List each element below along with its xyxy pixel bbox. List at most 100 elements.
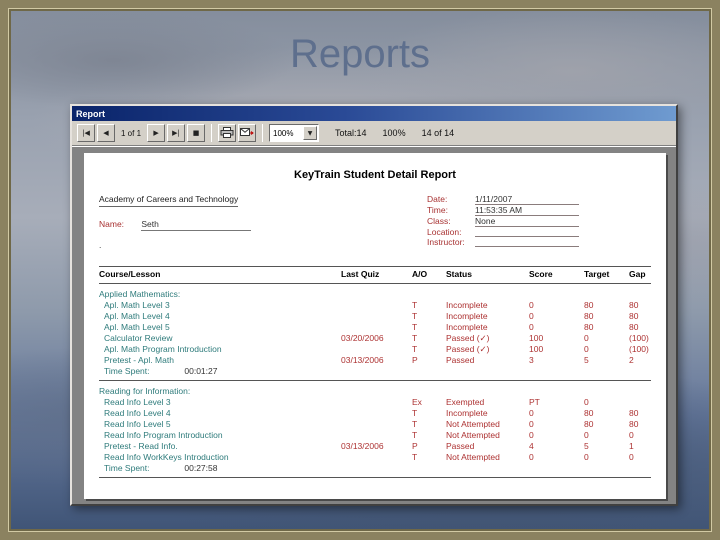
meta-row-date: Date: 1/11/2007 [427,194,579,205]
table-row: Read Info Level 3 Ex Exempted PT 0 [99,397,651,408]
cell-gap: 80 [629,408,639,418]
cell-gap: 0 [629,452,634,462]
cell-target: 80 [584,311,594,321]
first-page-button[interactable]: |◀ [77,124,95,142]
report-viewer[interactable]: KeyTrain Student Detail Report Academy o… [72,146,676,504]
report-header: Academy of Careers and Technology Name: … [99,194,651,251]
cell-status: Not Attempted [446,452,500,462]
chevron-down-icon: ▼ [303,126,318,140]
student-name-row: Name: Seth [99,219,252,231]
class-label: Class: [427,216,451,226]
instructor-label: Instructor: [427,237,465,247]
column-header-course-lesson: Course/Lesson [99,269,161,279]
meta-row-class: Class: None [427,216,579,227]
cell-score: 4 [529,441,534,451]
date-label: Date: [427,194,448,204]
cell-course-lesson: Read Info Level 3 [104,397,171,407]
report-section-reading: Reading for Information: Read Info Level… [99,386,651,478]
cell-status: Not Attempted [446,419,500,429]
cell-ao: P [412,355,418,365]
table-row: Apl. Math Level 5 T Incomplete 0 80 80 [99,322,651,333]
cell-ao: P [412,441,418,451]
cell-last-quiz [341,430,412,441]
cell-score: 0 [529,300,534,310]
cell-gap: 80 [629,311,639,321]
cell-target: 0 [584,344,589,354]
cell-target: 0 [584,452,589,462]
cell-last-quiz [341,311,412,322]
window-title: Report [76,108,105,119]
zoom-percent-label: 100% [382,128,406,138]
cell-target: 5 [584,441,589,451]
cell-last-quiz [341,408,412,419]
table-row: Apl. Math Level 3 T Incomplete 0 80 80 [99,300,651,311]
section-heading: Reading for Information: [99,386,191,396]
zoom-select[interactable]: 100% ▼ [269,124,320,142]
column-header-score: Score [529,269,553,279]
cell-score: 0 [529,311,534,321]
cell-course-lesson: Apl. Math Level 3 [104,300,170,310]
cell-course-lesson: Read Info Level 5 [104,419,171,429]
column-header-ao: A/O [412,269,428,279]
name-line2: . [99,240,102,250]
organization-name: Academy of Careers and Technology [99,194,239,207]
table-row: Pretest - Read Info. 03/13/2006 P Passed… [99,441,651,452]
cell-course-lesson: Apl. Math Program Introduction [104,344,222,354]
table-row: Apl. Math Program Introduction T Passed … [99,344,651,355]
cell-target: 0 [584,430,589,440]
cell-gap: 1 [629,441,634,451]
cell-score: 0 [529,322,534,332]
cell-score: 0 [529,452,534,462]
cell-ao: T [412,344,418,354]
cell-course-lesson: Pretest - Read Info. [104,441,178,451]
cell-last-quiz: 03/20/2006 [341,333,384,343]
export-button[interactable] [238,124,257,142]
prev-page-button[interactable]: ◀ [97,124,115,142]
report-page: KeyTrain Student Detail Report Academy o… [84,153,666,499]
cell-course-lesson: Apl. Math Level 5 [104,322,170,332]
cell-ao: T [412,300,418,310]
report-section-applied-math: Applied Mathematics: Apl. Math Level 3 T… [99,289,651,381]
instructor-value [475,237,579,247]
stop-button[interactable]: ■ [187,124,206,142]
table-row: Read Info WorkKeys Introduction T Not At… [99,452,651,463]
cell-status: Passed (✓) [446,344,490,354]
cell-ao: T [412,311,418,321]
next-page-button[interactable]: ▶ [147,124,166,142]
cell-score: 0 [529,430,534,440]
date-value: 1/11/2007 [475,194,579,205]
column-header-last-quiz: Last Quiz [341,269,380,279]
cell-ao: T [412,333,418,343]
cell-last-quiz [341,322,412,333]
cell-ao: Ex [412,397,422,407]
print-button[interactable] [218,124,237,142]
table-row: Pretest - Apl. Math 03/13/2006 P Passed … [99,355,651,366]
cell-score: 0 [529,408,534,418]
cell-target: 0 [584,397,589,407]
cell-course-lesson: Apl. Math Level 4 [104,311,170,321]
cell-gap: 80 [629,322,639,332]
window-titlebar[interactable]: Report [72,106,676,121]
section-heading: Applied Mathematics: [99,289,181,299]
table-header-row: Course/Lesson Last Quiz A/O Status Score… [99,266,651,284]
cell-gap: 80 [629,300,639,310]
cell-score: 0 [529,419,534,429]
cell-ao: T [412,419,418,429]
column-header-gap: Gap [629,269,646,279]
report-window: Report |◀ ◀ 1 of 1 ▶ ▶| ■ 100% ▼ Total:1… [70,104,678,506]
cell-course-lesson: Read Info WorkKeys Introduction [104,452,229,462]
cell-ao: T [412,452,418,462]
last-page-button[interactable]: ▶| [167,124,186,142]
student-name: Seth [141,219,252,231]
cell-status: Incomplete [446,322,488,332]
cell-course-lesson: Calculator Review [104,333,173,343]
name-label: Name: [99,219,125,229]
time-spent-value: 00:27:58 [184,463,218,473]
cell-score: 3 [529,355,534,365]
cell-score: PT [529,397,540,407]
printer-icon [220,126,234,140]
cell-last-quiz: 03/13/2006 [341,355,384,365]
cell-target: 80 [584,419,594,429]
cell-last-quiz [341,300,412,311]
cell-target: 5 [584,355,589,365]
